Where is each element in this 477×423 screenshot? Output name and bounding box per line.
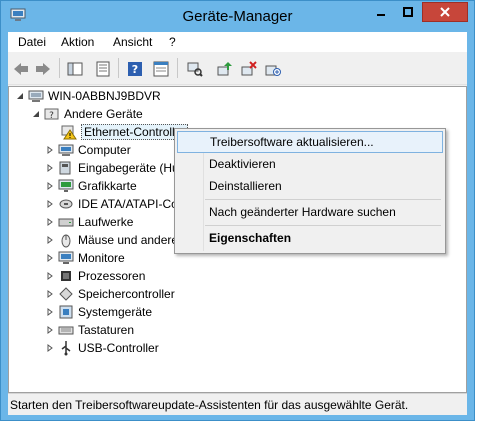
tree-item-label: Systemgeräte (78, 305, 153, 319)
tree-root-label: WIN-0ABBNJ9BDVR (48, 89, 161, 103)
tree-item-label: Tastaturen (78, 323, 135, 337)
expand-arrow-icon[interactable] (45, 141, 55, 159)
console-tree-icon[interactable] (64, 58, 86, 80)
tree-item-usb[interactable]: USB-Controller (45, 339, 159, 357)
uninstall-icon[interactable] (238, 58, 260, 80)
monitor-icon (58, 250, 74, 266)
forward-icon[interactable] (32, 58, 54, 80)
tree-item-label: Prozessoren (78, 269, 146, 283)
computer-icon (28, 88, 44, 104)
warning-device-icon (61, 124, 77, 140)
storage-controller-icon (58, 286, 74, 302)
expand-arrow-icon[interactable] (45, 213, 55, 231)
disk-drive-icon (58, 214, 74, 230)
scan-hardware-icon[interactable] (184, 58, 206, 80)
expand-arrow-icon[interactable] (45, 339, 55, 357)
tree-item-system[interactable]: Systemgeräte (45, 303, 152, 321)
menu-item-uninstall[interactable]: Deinstallieren (177, 175, 443, 197)
unknown-device-icon: ? (44, 106, 60, 122)
properties-icon[interactable] (92, 58, 114, 80)
update-driver-icon[interactable] (214, 58, 236, 80)
system-devices-icon (58, 304, 74, 320)
title-bar[interactable]: Geräte-Manager (1, 1, 474, 32)
help-icon[interactable]: ? (124, 58, 146, 80)
status-bar: Starten den Treibersoftwareupdate-Assist… (8, 393, 467, 415)
svg-text:?: ? (49, 111, 54, 121)
expand-arrow-icon[interactable] (45, 303, 55, 321)
expand-arrow-icon[interactable] (45, 267, 55, 285)
menu-ansicht[interactable]: Ansicht (113, 35, 152, 49)
menu-item-update-driver[interactable]: Treibersoftware aktualisieren... (177, 131, 443, 153)
menu-item-properties[interactable]: Eigenschaften (177, 227, 443, 249)
computer-icon (58, 142, 74, 158)
menu-item-scan-hardware[interactable]: Nach geänderter Hardware suchen (177, 201, 443, 223)
processor-icon (58, 268, 74, 284)
context-menu: Treibersoftware aktualisieren... Deaktiv… (174, 128, 446, 254)
expand-arrow-icon[interactable] (45, 321, 55, 339)
tree-item-label: Grafikkarte (78, 179, 137, 193)
hid-icon (58, 160, 74, 176)
tree-item-label: Andere Geräte (64, 107, 143, 121)
enable-icon[interactable] (262, 58, 284, 80)
menu-help[interactable]: ? (169, 35, 176, 49)
menu-item-disable[interactable]: Deaktivieren (177, 153, 443, 175)
svg-text:?: ? (132, 63, 138, 76)
usb-icon (58, 340, 74, 356)
tree-item-label: Laufwerke (78, 215, 134, 229)
ide-controller-icon (58, 196, 74, 212)
collapse-arrow-icon[interactable] (15, 87, 25, 105)
menu-bar: Datei Aktion Ansicht ? (8, 32, 467, 52)
tree-item-keyboards[interactable]: Tastaturen (45, 321, 134, 339)
expand-arrow-icon[interactable] (45, 231, 55, 249)
close-button[interactable] (422, 2, 468, 22)
device-manager-window: Geräte-Manager Datei Aktion Ansicht ? ? … (0, 0, 475, 421)
tree-item-label: Ethernet-Controller (81, 124, 189, 140)
expand-arrow-icon[interactable] (45, 159, 55, 177)
tree-item-processors[interactable]: Prozessoren (45, 267, 145, 285)
tree-item-ethernet-controller[interactable]: Ethernet-Controller (61, 123, 189, 141)
status-text: Starten den Treibersoftwareupdate-Assist… (10, 398, 409, 412)
console-icon[interactable] (150, 58, 172, 80)
tree-item-label: Monitore (78, 251, 125, 265)
expand-arrow-icon[interactable] (45, 177, 55, 195)
close-icon (440, 7, 450, 17)
menu-separator (205, 199, 441, 200)
mouse-icon (58, 232, 74, 248)
tree-root[interactable]: WIN-0ABBNJ9BDVR (15, 87, 161, 105)
menu-aktion[interactable]: Aktion (61, 35, 94, 49)
expand-arrow-icon[interactable] (45, 249, 55, 267)
tree-item-other-devices[interactable]: ? Andere Geräte (31, 105, 143, 123)
tree-item-label: Computer (78, 143, 131, 157)
tree-item-graphics[interactable]: Grafikkarte (45, 177, 137, 195)
tree-item-storage[interactable]: Speichercontroller (45, 285, 175, 303)
display-adapter-icon (58, 178, 74, 194)
tree-item-drives[interactable]: Laufwerke (45, 213, 133, 231)
minimize-button[interactable] (368, 2, 394, 22)
toolbar-separator (177, 58, 178, 78)
toolbar: ? (8, 52, 467, 85)
keyboard-icon (58, 322, 74, 338)
menu-separator (205, 225, 441, 226)
expand-arrow-icon[interactable] (45, 195, 55, 213)
expand-arrow-icon[interactable] (45, 285, 55, 303)
menu-datei[interactable]: Datei (18, 35, 46, 49)
tree-item-label: USB-Controller (78, 341, 159, 355)
tree-item-computer[interactable]: Computer (45, 141, 131, 159)
maximize-button[interactable] (395, 2, 421, 22)
tree-item-label: Speichercontroller (78, 287, 175, 301)
toolbar-separator (118, 58, 119, 78)
tree-item-monitors[interactable]: Monitore (45, 249, 125, 267)
collapse-arrow-icon[interactable] (31, 105, 41, 123)
toolbar-separator (59, 58, 60, 78)
back-icon[interactable] (10, 58, 32, 80)
